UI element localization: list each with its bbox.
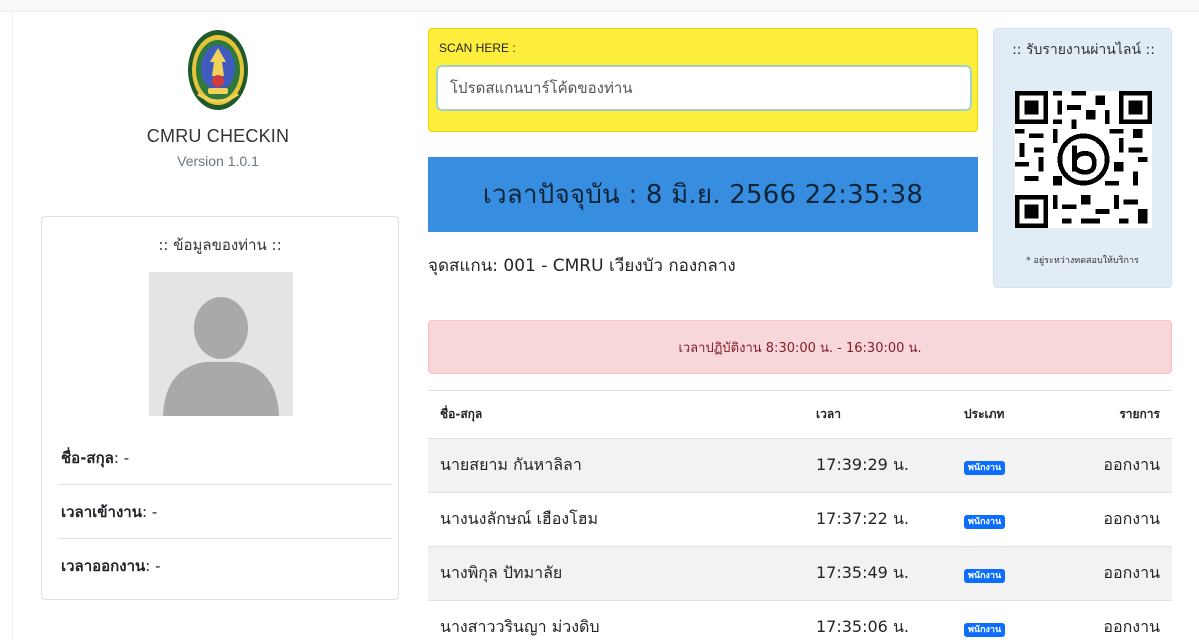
cell-name: นางสาววรินญา ม่วงดิบ: [428, 600, 804, 640]
info-row-checkout: เวลาออกงาน: -: [58, 539, 392, 593]
table-row: นางสาววรินญา ม่วงดิบ 17:35:06 น. พนักงาน…: [428, 600, 1172, 640]
info-label: เวลาออกงาน: [61, 557, 146, 575]
checkin-table: ชื่อ-สกุล เวลา ประเภท รายการ นายสยาม กัน…: [428, 391, 1172, 640]
cell-name: นายสยาม กันหาลิลา: [428, 438, 804, 493]
info-value: -: [151, 502, 158, 521]
scan-point-label: จุดสแกน: 001 - CMRU เวียงบัว กองกลาง: [428, 256, 736, 276]
cell-action: ออกงาน: [1042, 492, 1172, 547]
scan-panel: SCAN HERE :: [428, 28, 978, 132]
header-type: ประเภท: [952, 391, 1042, 439]
info-value: -: [123, 448, 130, 467]
university-seal-icon: [188, 30, 248, 110]
line-title: :: รับรายงานผ่านไลน์ ::: [1012, 42, 1155, 58]
cell-action: ออกงาน: [1042, 438, 1172, 493]
user-info-card: :: ข้อมูลของท่าน :: ชื่อ-สกุล: - เวลาเข้…: [41, 216, 399, 600]
line-qr-code-icon[interactable]: [1015, 91, 1152, 228]
staff-badge: พนักงาน: [964, 515, 1006, 529]
scan-label: SCAN HERE :: [439, 41, 516, 55]
cell-type: พนักงาน: [952, 438, 1042, 493]
info-rows: ชื่อ-สกุล: - เวลาเข้างาน: - เวลาออกงาน: …: [58, 431, 392, 593]
current-time-text: เวลาปัจจุบัน : 8 มิ.ย. 2566 22:35:38: [482, 180, 924, 210]
work-hours-text: เวลาปฏิบัติงาน 8:30:00 น. - 16:30:00 น.: [678, 340, 922, 356]
app-version: Version 1.0.1: [177, 153, 259, 169]
info-value: -: [155, 557, 161, 575]
top-strip: [0, 0, 1199, 12]
staff-badge: พนักงาน: [964, 569, 1006, 583]
cell-name: นางนงลักษณ์ เฮืองโฮม: [428, 492, 804, 547]
table-row: นางนงลักษณ์ เฮืองโฮม 17:37:22 น. พนักงาน…: [428, 492, 1172, 547]
cell-type: พนักงาน: [952, 600, 1042, 640]
info-label: ชื่อ-สกุล: [61, 448, 114, 467]
cell-action: ออกงาน: [1042, 546, 1172, 601]
cell-time: 17:35:49 น.: [804, 546, 952, 601]
header-action: รายการ: [1042, 391, 1172, 439]
staff-badge: พนักงาน: [964, 461, 1006, 475]
cell-action: ออกงาน: [1042, 600, 1172, 640]
header-name: ชื่อ-สกุล: [428, 391, 804, 439]
cell-type: พนักงาน: [952, 492, 1042, 547]
table-row: นางพิกุล ปัทมาลัย 17:35:49 น. พนักงาน ออ…: [428, 546, 1172, 601]
brand-block: CMRU CHECKIN Version 1.0.1: [130, 28, 306, 169]
line-note: * อยู่ระหว่างทดสอบให้บริการ: [1026, 256, 1139, 266]
info-row-name: ชื่อ-สกุล: -: [58, 431, 392, 485]
table-header-row: ชื่อ-สกุล เวลา ประเภท รายการ: [428, 391, 1172, 439]
cell-name: นางพิกุล ปัทมาลัย: [428, 546, 804, 601]
user-placeholder-icon: [149, 272, 293, 416]
header-time: เวลา: [804, 391, 952, 439]
work-hours-alert: เวลาปฏิบัติงาน 8:30:00 น. - 16:30:00 น.: [428, 320, 1172, 374]
cell-time: 17:35:06 น.: [804, 600, 952, 640]
cell-time: 17:37:22 น.: [804, 492, 952, 547]
app-name: CMRU CHECKIN: [146, 126, 290, 146]
info-title: :: ข้อมูลของท่าน ::: [158, 236, 282, 254]
current-time-banner: เวลาปัจจุบัน : 8 มิ.ย. 2566 22:35:38: [428, 157, 978, 232]
cell-type: พนักงาน: [952, 546, 1042, 601]
checkin-table-wrapper: ชื่อ-สกุล เวลา ประเภท รายการ นายสยาม กัน…: [428, 390, 1172, 640]
staff-badge: พนักงาน: [964, 623, 1006, 637]
barcode-scan-input[interactable]: [436, 65, 972, 111]
cell-time: 17:39:29 น.: [804, 438, 952, 493]
info-label: เวลาเข้างาน: [61, 502, 142, 521]
info-row-checkin: เวลาเข้างาน: -: [58, 485, 392, 539]
table-row: นายสยาม กันหาลิลา 17:39:29 น. พนักงาน ออ…: [428, 438, 1172, 493]
line-report-card: :: รับรายงานผ่านไลน์ :: * อยู่ระหว่างทดส…: [993, 28, 1172, 288]
